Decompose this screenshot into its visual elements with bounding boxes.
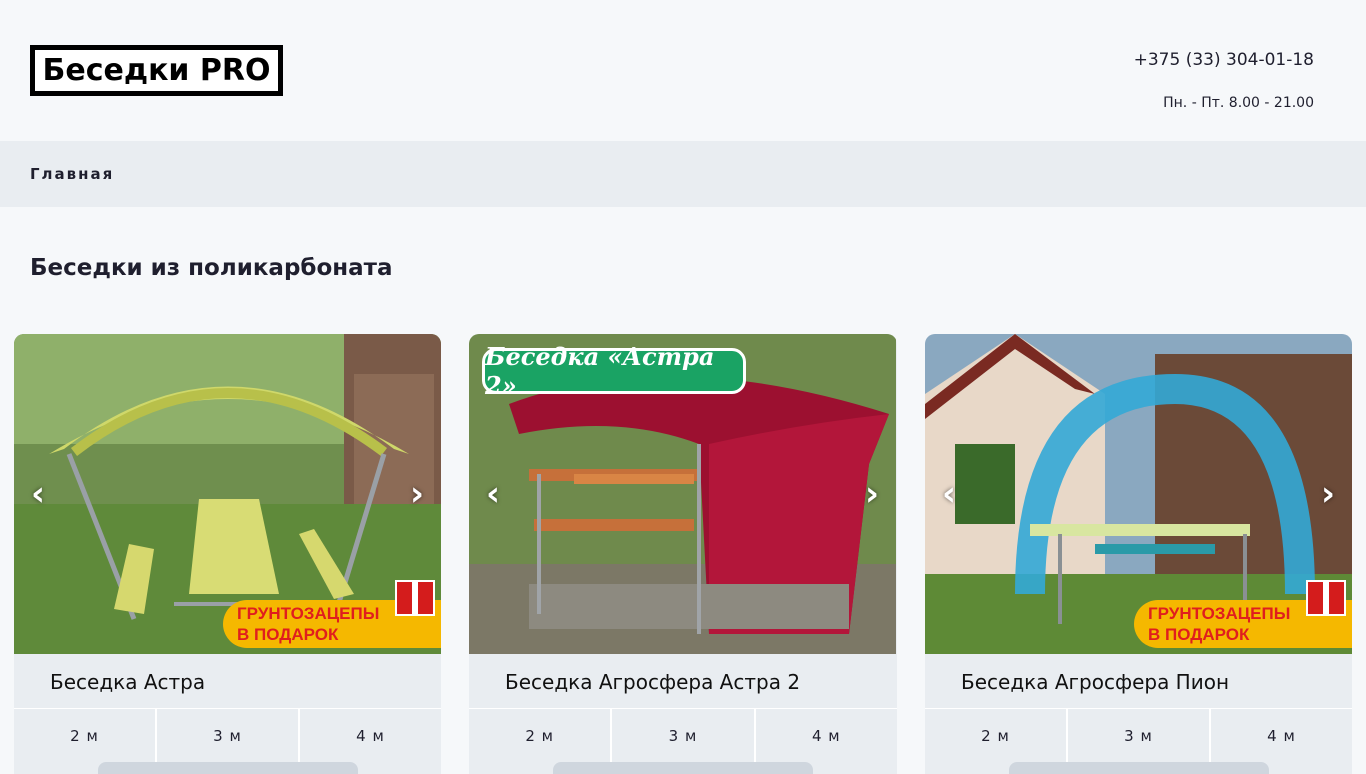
size-options: 2 м 3 м 4 м [14,708,441,762]
chevron-left-icon[interactable]: ‹ [478,474,508,514]
size-options: 2 м 3 м 4 м [925,708,1352,762]
site-logo[interactable]: Беседки PRO [30,45,283,96]
working-hours: Пн. - Пт. 8.00 - 21.00 [1163,95,1314,111]
promo-line-2: В ПОДАРОК [237,625,339,644]
order-button[interactable] [1009,762,1269,774]
site-header: Беседки PRO +375 (33) 304-01-18 Пн. - Пт… [0,0,1366,141]
size-option-3m[interactable]: 3 м [1068,709,1211,762]
main-nav: Главная [0,141,1366,207]
order-button[interactable] [553,762,813,774]
order-button[interactable] [98,762,358,774]
size-option-2m[interactable]: 2 м [469,709,613,762]
gift-icon [395,580,435,616]
size-option-4m[interactable]: 4 м [756,709,897,762]
chevron-right-icon[interactable]: › [857,474,887,514]
size-option-2m[interactable]: 2 м [925,709,1068,762]
size-option-2m[interactable]: 2 м [14,709,157,762]
chevron-right-icon[interactable]: › [402,474,432,514]
product-card[interactable]: ГРУНТОЗАЦЕПЫ В ПОДАРОК ‹ › Беседка Астра… [14,334,441,774]
product-title[interactable]: Беседка Агросфера Астра 2 [505,670,800,694]
product-badge: Беседка «Астра 2» [482,342,746,400]
size-options: 2 м 3 м 4 м [469,708,897,762]
chevron-right-icon[interactable]: › [1313,474,1343,514]
nav-item-home[interactable]: Главная [30,165,114,183]
product-photo[interactable]: Беседка «Астра 2» ‹ › [469,334,896,654]
product-photo[interactable]: ГРУНТОЗАЦЕПЫ В ПОДАРОК ‹ › [925,334,1352,654]
product-card[interactable]: Беседка «Астра 2» ‹ › Беседка Агросфера … [469,334,897,774]
gift-icon [1306,580,1346,616]
section-title: Беседки из поликарбоната [30,255,393,281]
product-photo[interactable]: ГРУНТОЗАЦЕПЫ В ПОДАРОК ‹ › [14,334,441,654]
size-option-4m[interactable]: 4 м [300,709,441,762]
product-card[interactable]: ГРУНТОЗАЦЕПЫ В ПОДАРОК ‹ › Беседка Агрос… [925,334,1352,774]
size-option-4m[interactable]: 4 м [1211,709,1352,762]
chevron-left-icon[interactable]: ‹ [934,474,964,514]
size-option-3m[interactable]: 3 м [612,709,756,762]
product-title[interactable]: Беседка Астра [50,670,205,694]
size-option-3m[interactable]: 3 м [157,709,300,762]
promo-line-2: В ПОДАРОК [1148,625,1250,644]
phone-number[interactable]: +375 (33) 304-01-18 [1134,50,1314,70]
chevron-left-icon[interactable]: ‹ [23,474,53,514]
product-title[interactable]: Беседка Агросфера Пион [961,670,1229,694]
